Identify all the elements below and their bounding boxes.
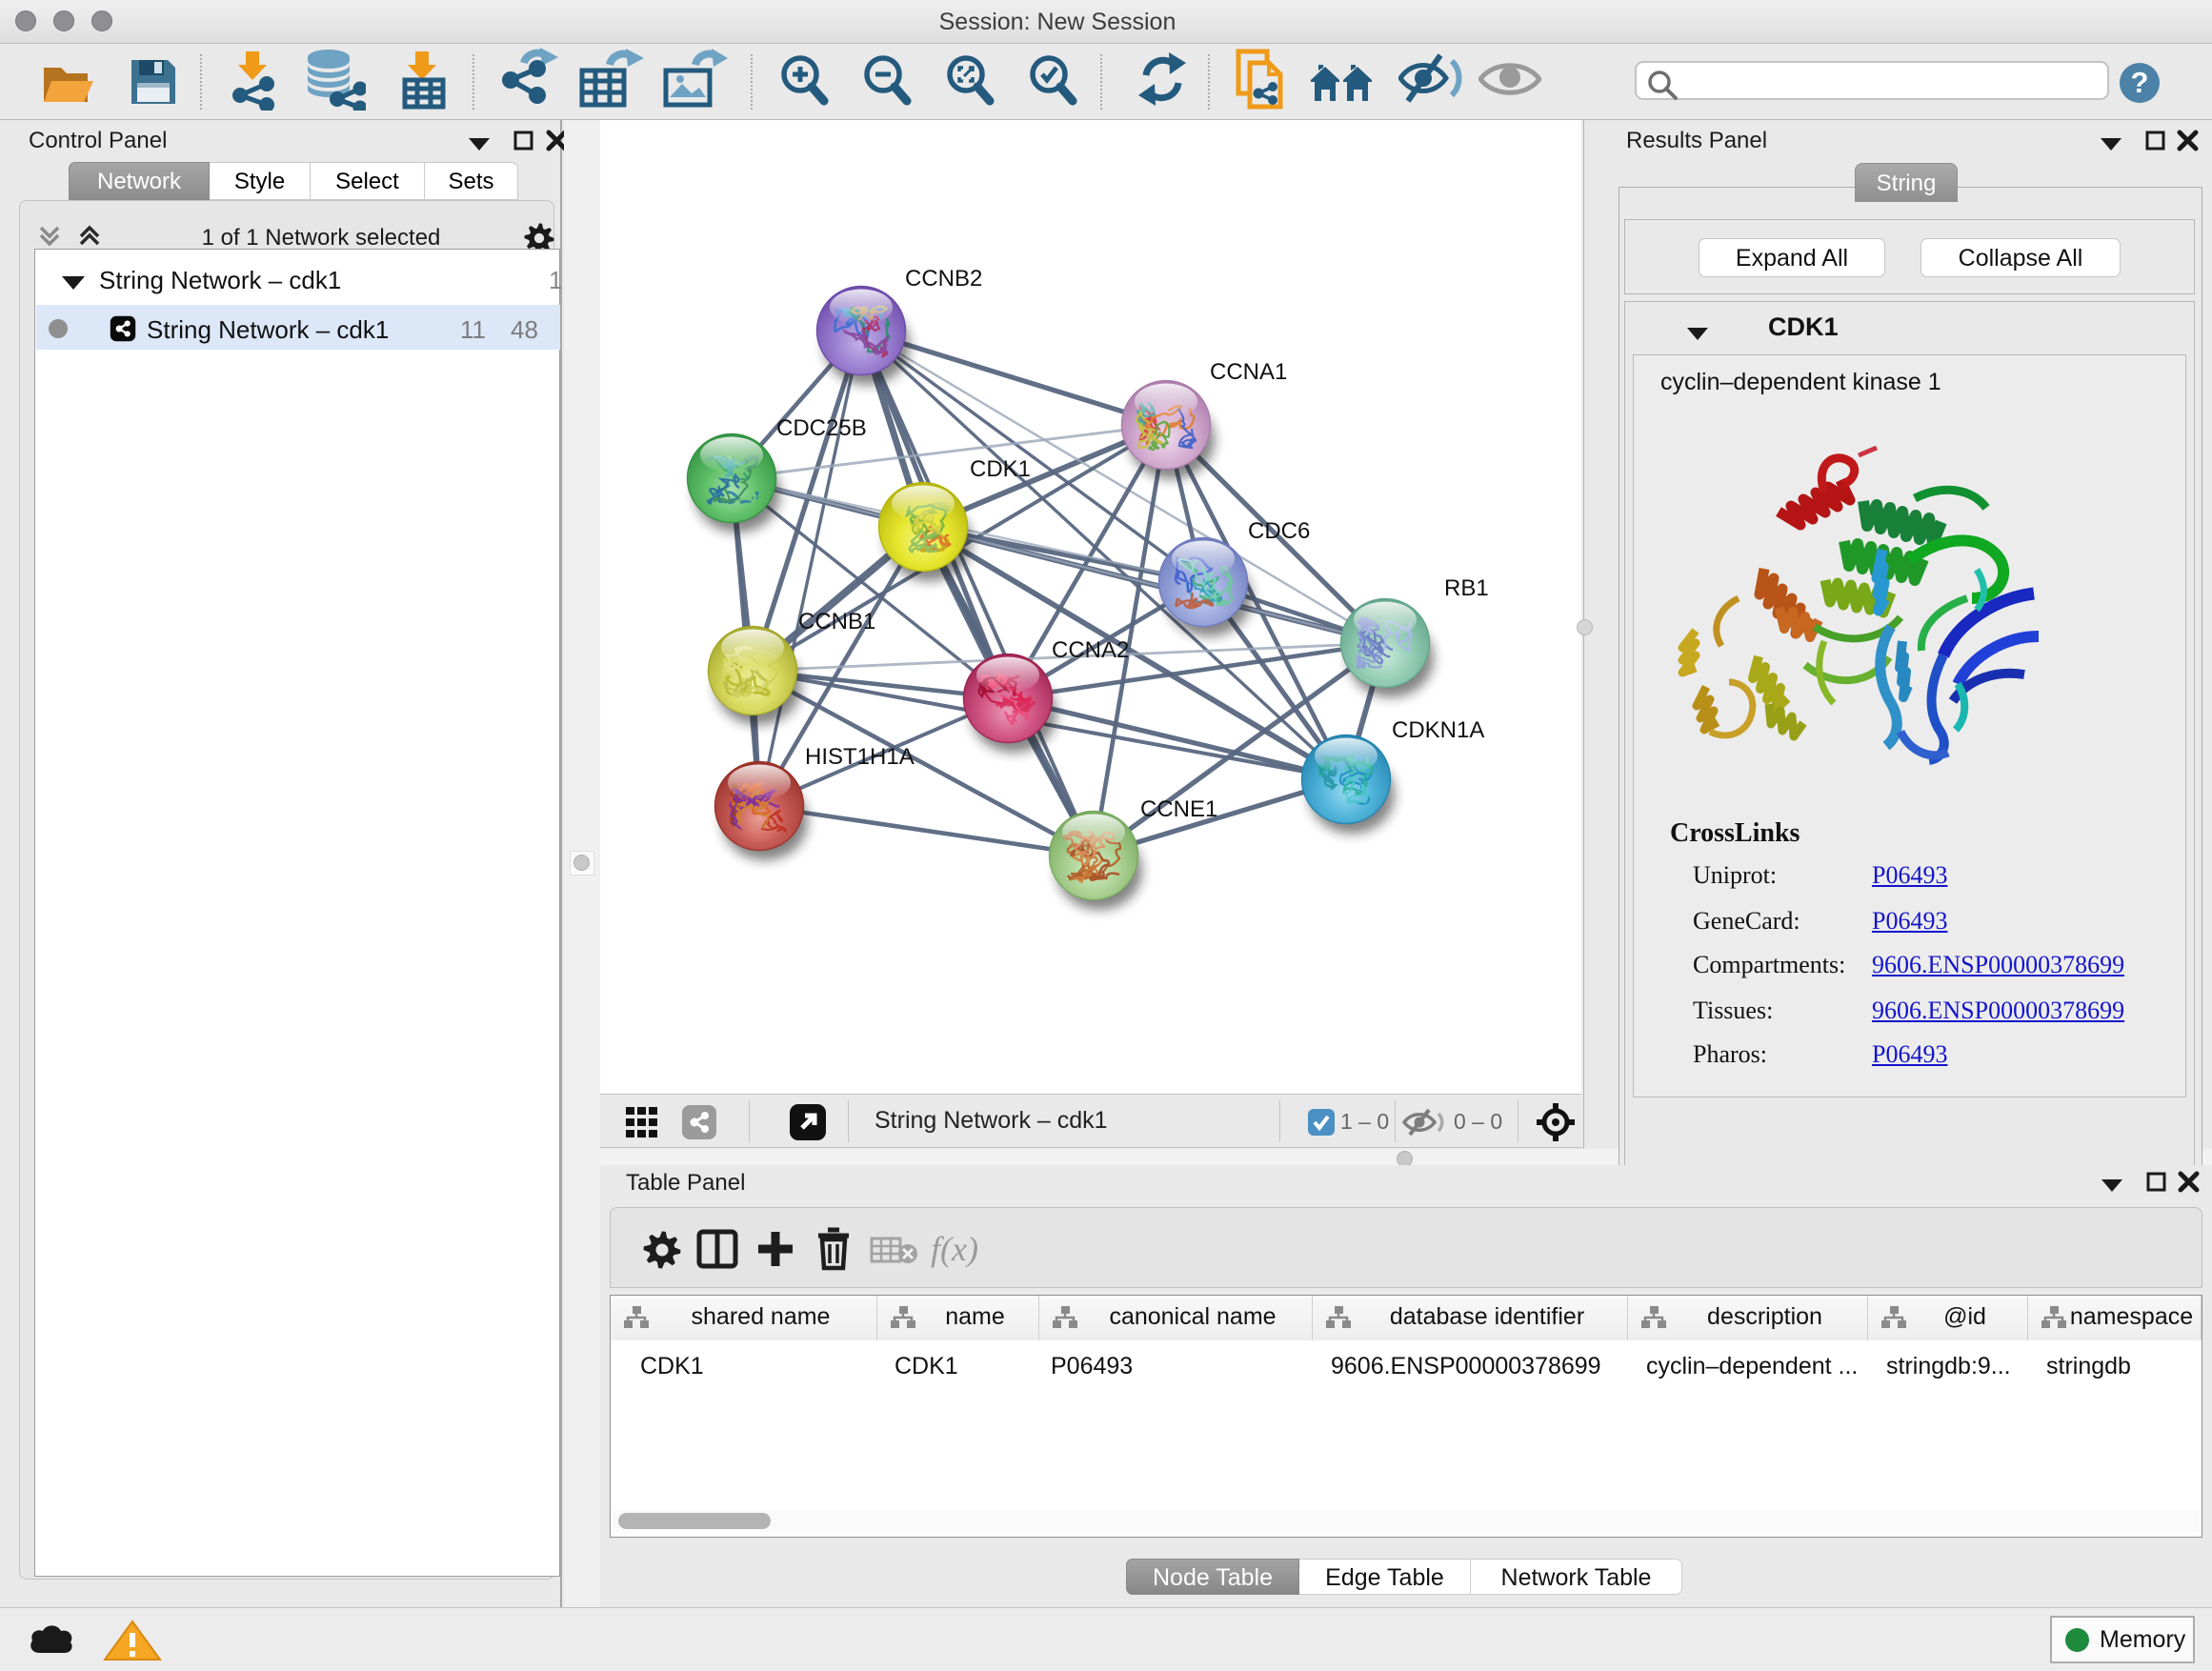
svg-text:CDK1: CDK1 [970,456,1031,482]
svg-text:CCNB1: CCNB1 [798,609,875,634]
svg-text:CCNE1: CCNE1 [1140,796,1217,822]
svg-text:CCNA1: CCNA1 [1210,359,1287,385]
svg-text:CCNB2: CCNB2 [905,266,982,292]
svg-text:CDC6: CDC6 [1248,518,1310,544]
svg-text:RB1: RB1 [1444,575,1489,601]
svg-text:CCNA2: CCNA2 [1052,637,1129,663]
svg-text:?: ? [2131,66,2149,99]
svg-text:CDC25B: CDC25B [776,415,867,441]
svg-text:CDKN1A: CDKN1A [1392,717,1484,743]
svg-text:HIST1H1A: HIST1H1A [805,744,915,770]
